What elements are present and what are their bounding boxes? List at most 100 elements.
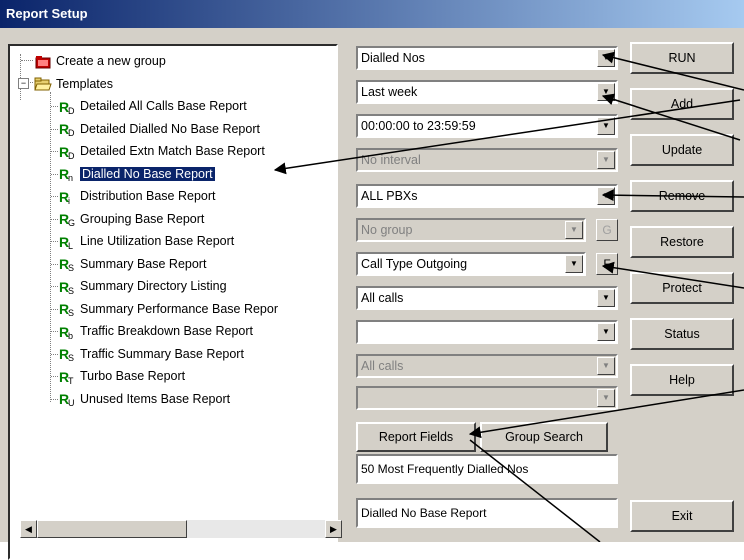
svg-text:L: L xyxy=(68,241,73,250)
blank-combo-2: ▼ xyxy=(356,386,618,410)
tree-item-label: Summary Directory Listing xyxy=(80,279,227,293)
filter-button[interactable]: F xyxy=(596,253,618,275)
dialog-client: − Create a new group Templates R D Detailed … xyxy=(0,28,744,560)
period-combo[interactable]: Last week ▼ xyxy=(356,80,618,104)
tree-item-label: Grouping Base Report xyxy=(80,211,205,226)
chevron-down-icon: ▼ xyxy=(565,221,583,239)
tree-report-item[interactable]: R U Unused Items Base Report xyxy=(58,390,230,408)
svg-text:b: b xyxy=(68,331,73,340)
tree-report-item[interactable]: Rb Traffic Breakdown Base Report xyxy=(58,322,253,341)
add-button[interactable]: Add xyxy=(630,88,734,120)
tree-item-label: Detailed Dialled No Base Report xyxy=(80,121,260,136)
pbx-combo[interactable]: ALL PBXs ▼ xyxy=(356,184,618,208)
report-icon: RD xyxy=(58,99,76,116)
help-button[interactable]: Help xyxy=(630,364,734,396)
tree-report-item[interactable]: R G Grouping Base Report xyxy=(58,210,204,228)
description-field[interactable]: 50 Most Frequently Dialled Nos xyxy=(356,454,618,484)
restore-button[interactable]: Restore xyxy=(630,226,734,258)
status-button[interactable]: Status xyxy=(630,318,734,350)
tree-report-item[interactable]: Ri Distribution Base Report xyxy=(58,187,216,206)
svg-text:G: G xyxy=(68,218,75,227)
template-tree[interactable]: − Create a new group Templates R D Detailed … xyxy=(8,44,342,560)
horizontal-scrollbar[interactable]: ◀ ▶ xyxy=(20,520,342,538)
tree-item-label: Line Utilization Base Report xyxy=(80,234,235,248)
report-icon: RS xyxy=(58,346,76,363)
tree-report-item[interactable]: R S Summary Base Report xyxy=(58,255,206,273)
scroll-left-button[interactable]: ◀ xyxy=(20,520,37,538)
tree-report-item[interactable]: R L Line Utilization Base Report xyxy=(58,232,235,251)
tree-report-item[interactable]: R D Detailed All Calls Base Report xyxy=(58,97,247,116)
exit-button[interactable]: Exit xyxy=(630,500,734,532)
tree-item-label: Distribution Base Report xyxy=(80,189,216,203)
svg-text:D: D xyxy=(68,106,75,115)
tree-item-label: Summary Performance Base Repor xyxy=(80,301,278,316)
report-icon: RD xyxy=(58,121,76,138)
chevron-down-icon[interactable]: ▼ xyxy=(597,83,615,101)
chevron-down-icon: ▼ xyxy=(597,151,615,169)
tree-report-item[interactable]: R D Detailed Extn Match Base Report xyxy=(58,142,265,161)
report-icon: RT xyxy=(58,369,76,386)
tree-folder-item[interactable]: Create a new group xyxy=(34,52,166,70)
interval-combo: No interval ▼ xyxy=(356,148,618,172)
scroll-right-button[interactable]: ▶ xyxy=(325,520,342,538)
chevron-down-icon: ▼ xyxy=(597,357,615,375)
svg-text:n: n xyxy=(68,173,73,182)
group-button: G xyxy=(596,219,618,241)
report-icon: RG xyxy=(58,211,76,228)
svg-text:D: D xyxy=(68,128,75,137)
scroll-thumb[interactable] xyxy=(37,520,187,538)
report-icon: Rb xyxy=(58,324,76,341)
call-type-value: Call Type Outgoing xyxy=(361,257,468,271)
report-name-field[interactable]: Dialled No Base Report xyxy=(356,498,618,528)
run-button[interactable]: RUN xyxy=(630,42,734,74)
chevron-down-icon[interactable]: ▼ xyxy=(597,323,615,341)
tree-item-label: Summary Base Report xyxy=(80,256,207,271)
svg-text:S: S xyxy=(68,353,74,362)
svg-text:i: i xyxy=(68,196,70,205)
report-icon: RL xyxy=(58,234,76,251)
tree-item-label: Dialled No Base Report xyxy=(80,166,215,181)
tree-folder-item[interactable]: Templates xyxy=(34,75,113,93)
time-range-combo[interactable]: 00:00:00 to 23:59:59 ▼ xyxy=(356,114,618,138)
group-value: No group xyxy=(361,223,413,237)
collapse-toggle[interactable]: − xyxy=(18,78,29,89)
tree-item-label: Detailed Extn Match Base Report xyxy=(80,144,265,158)
protect-button[interactable]: Protect xyxy=(630,272,734,304)
tree-report-item[interactable]: R S Summary Performance Base Repor xyxy=(58,300,278,318)
chevron-down-icon[interactable]: ▼ xyxy=(597,117,615,135)
svg-text:S: S xyxy=(68,263,74,272)
svg-text:D: D xyxy=(68,151,75,160)
tree-report-item[interactable]: R D Detailed Dialled No Base Report xyxy=(58,120,260,138)
group-search-button[interactable]: Group Search xyxy=(480,422,608,452)
report-icon: RU xyxy=(58,391,76,408)
remove-button[interactable]: Remove xyxy=(630,180,734,212)
tree-report-item[interactable]: R T Turbo Base Report xyxy=(58,367,186,386)
report-setup-window: Report Setup − Create a new group Templat… xyxy=(0,0,744,560)
chevron-down-icon[interactable]: ▼ xyxy=(597,49,615,67)
tree-item-label: Traffic Breakdown Base Report xyxy=(80,324,253,338)
report-icon: RS xyxy=(58,256,76,273)
report-icon: Rn xyxy=(58,166,76,183)
calls-combo[interactable]: All calls ▼ xyxy=(356,286,618,310)
update-button[interactable]: Update xyxy=(630,134,734,166)
tree-report-item[interactable]: R S Summary Directory Listing xyxy=(58,277,227,296)
tree-report-item[interactable]: R S Traffic Summary Base Report xyxy=(58,345,244,363)
calls-combo-2: All calls ▼ xyxy=(356,354,618,378)
call-type-combo[interactable]: Call Type Outgoing ▼ xyxy=(356,252,586,276)
chevron-down-icon[interactable]: ▼ xyxy=(565,255,583,273)
blank-combo-1[interactable]: ▼ xyxy=(356,320,618,344)
tree-item-label: Turbo Base Report xyxy=(80,369,186,383)
tree-item-label: Unused Items Base Report xyxy=(80,391,231,406)
pbx-value: ALL PBXs xyxy=(361,189,418,203)
chevron-down-icon[interactable]: ▼ xyxy=(597,289,615,307)
calls-combo-2-value: All calls xyxy=(361,359,404,373)
chevron-down-icon[interactable]: ▼ xyxy=(597,187,615,205)
svg-text:S: S xyxy=(68,308,74,317)
group-combo: No group ▼ xyxy=(356,218,586,242)
calls-value: All calls xyxy=(361,291,404,305)
report-fields-button[interactable]: Report Fields xyxy=(356,422,476,452)
report-type-combo[interactable]: Dialled Nos ▼ xyxy=(356,46,618,70)
interval-value: No interval xyxy=(361,153,421,167)
report-icon: RD xyxy=(58,144,76,161)
tree-report-item[interactable]: Rn Dialled No Base Report xyxy=(58,165,215,183)
